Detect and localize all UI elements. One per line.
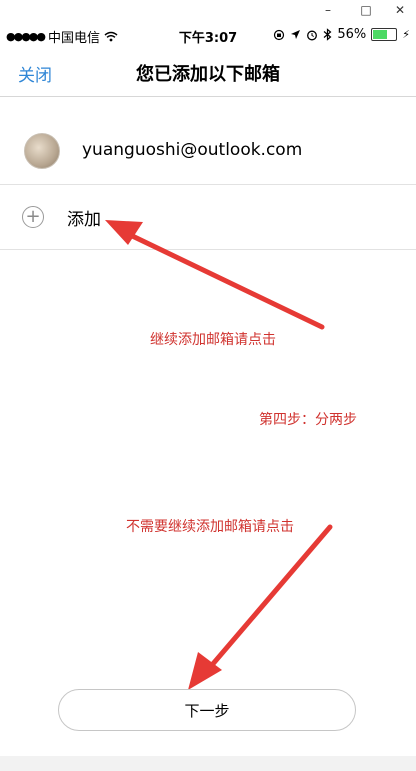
status-bar: ●●●●● 中国电信 下午3:07 56% ⚡ (0, 22, 416, 48)
nav-bar: 关闭 您已添加以下邮箱 (0, 48, 416, 97)
charging-icon: ⚡ (402, 28, 410, 41)
annotation-no-more: 不需要继续添加邮箱请点击 (126, 519, 294, 535)
page-title: 您已添加以下邮箱 (136, 64, 280, 85)
maximize-icon[interactable]: □ (358, 2, 374, 18)
window-titlebar: – □ ✕ (0, 0, 416, 20)
bottom-strip (0, 756, 416, 771)
bluetooth-icon (323, 28, 332, 41)
location-icon (291, 30, 301, 39)
minimize-icon[interactable]: – (320, 2, 336, 18)
add-label: 添加 (67, 210, 101, 230)
plus-circle-icon: + (22, 206, 44, 228)
annotation-step-four: 第四步：分两步 (259, 412, 357, 428)
close-window-icon[interactable]: ✕ (392, 2, 408, 18)
add-account-row[interactable]: + 添加 (0, 185, 416, 250)
battery-icon (371, 28, 398, 41)
battery-percent: 56% (337, 27, 367, 42)
avatar (24, 133, 60, 169)
alarm-icon (307, 30, 318, 40)
account-row[interactable]: yuanguoshi@outlook.com (0, 118, 416, 185)
account-email: yuanguoshi@outlook.com (82, 140, 303, 160)
annotation-arrows (105, 220, 333, 690)
arrow-to-next-icon (188, 524, 333, 690)
next-step-button[interactable]: 下一步 (58, 689, 356, 731)
annotation-continue-add: 继续添加邮箱请点击 (150, 332, 276, 348)
orientation-lock-icon (274, 29, 285, 40)
